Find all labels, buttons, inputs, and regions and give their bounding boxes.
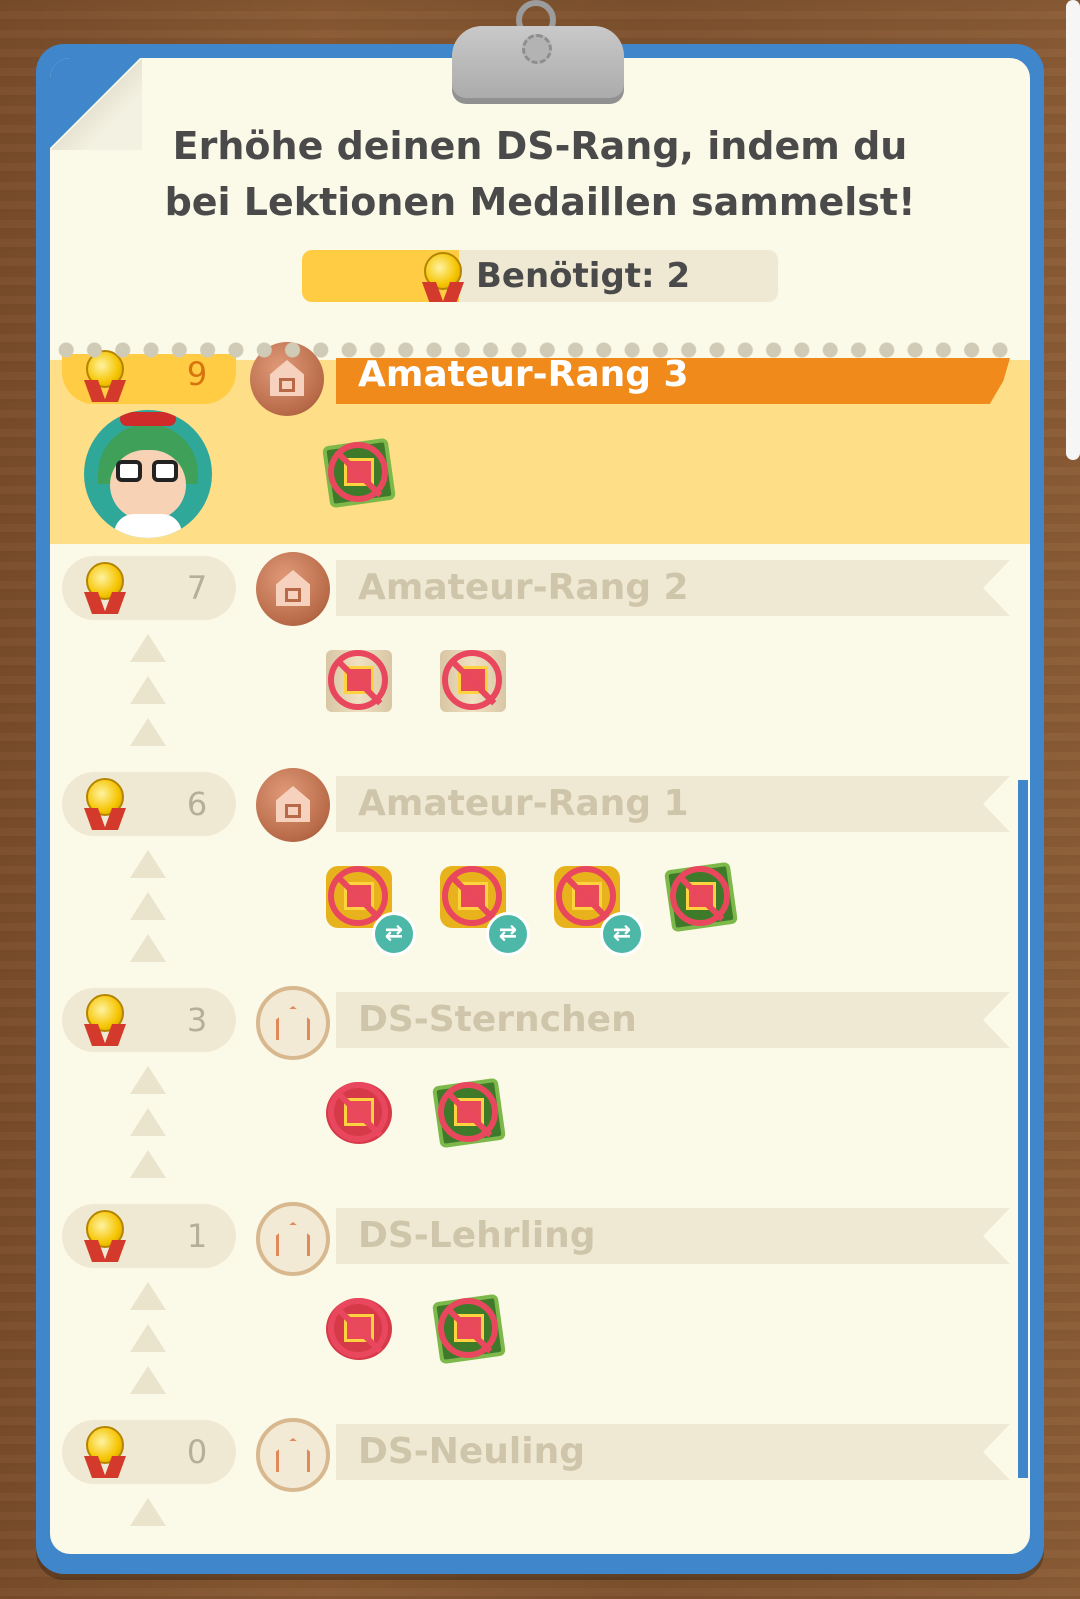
rank-medal-count: 7 xyxy=(62,556,236,620)
medal-icon xyxy=(82,1426,128,1482)
rank-medals: 1 xyxy=(186,1217,208,1255)
scroll-gift-icon[interactable] xyxy=(318,640,400,722)
rank-medal-count: 0 xyxy=(62,1420,236,1484)
furniture-gift-icon[interactable]: ⇄ xyxy=(432,856,530,956)
rank-banner[interactable]: Amateur-Rang 1 xyxy=(336,776,1010,832)
paper-house-icon xyxy=(256,1418,330,1492)
current-rank-banner[interactable]: Amateur-Rang 3 xyxy=(336,358,1010,404)
rank-arrows xyxy=(130,1498,166,1540)
rank-list[interactable]: 9 Amateur-Rang 3 7 Amateur-Rang 2 6 Amat… xyxy=(0,0,1080,1599)
rank-title: DS-Lehrling xyxy=(358,1215,596,1256)
swap-icon: ⇄ xyxy=(486,912,530,956)
rank-medal-count: 1 xyxy=(62,1204,236,1268)
rank-medal-count: 6 xyxy=(62,772,236,836)
rank-medals: 0 xyxy=(186,1433,208,1471)
medal-icon xyxy=(82,1210,128,1266)
rank-arrows xyxy=(130,634,166,760)
bill-gift-icon[interactable] xyxy=(660,856,742,938)
red-gift-icon[interactable] xyxy=(318,1288,400,1370)
rank-banner[interactable]: Amateur-Rang 2 xyxy=(336,560,1010,616)
rank-medals: 7 xyxy=(186,569,208,607)
rank-title: DS-Neuling xyxy=(358,1431,586,1472)
scrollbar[interactable] xyxy=(1018,780,1028,1478)
rank-banner[interactable]: DS-Lehrling xyxy=(336,1208,1010,1264)
rank-banner[interactable]: DS-Neuling xyxy=(336,1424,1010,1480)
bronze-house-icon xyxy=(256,552,330,626)
furniture-gift-icon[interactable]: ⇄ xyxy=(318,856,416,956)
medal-icon xyxy=(82,562,128,618)
medal-icon xyxy=(82,994,128,1050)
player-avatar xyxy=(84,410,212,538)
rank-title: Amateur-Rang 2 xyxy=(358,567,689,608)
swap-icon: ⇄ xyxy=(372,912,416,956)
current-rank-medals: 9 xyxy=(186,355,208,393)
rank-title: DS-Sternchen xyxy=(358,999,637,1040)
bronze-house-icon xyxy=(256,768,330,842)
bill-gift-icon[interactable] xyxy=(318,432,400,514)
dotted-divider xyxy=(52,340,1012,360)
swap-icon: ⇄ xyxy=(600,912,644,956)
furniture-gift-icon[interactable]: ⇄ xyxy=(546,856,644,956)
current-rank-title: Amateur-Rang 3 xyxy=(358,354,689,395)
rank-medals: 3 xyxy=(186,1001,208,1039)
bill-gift-icon[interactable] xyxy=(428,1072,510,1154)
rank-arrows xyxy=(130,1282,166,1408)
paper-house-icon xyxy=(256,1202,330,1276)
rank-medals: 6 xyxy=(186,785,208,823)
rank-arrows xyxy=(130,1066,166,1192)
bill-gift-icon[interactable] xyxy=(428,1288,510,1370)
edge-scroll-indicator xyxy=(1066,0,1080,460)
rank-arrows xyxy=(130,850,166,976)
rank-medal-count: 3 xyxy=(62,988,236,1052)
scroll-gift-icon[interactable] xyxy=(432,640,514,722)
rank-banner[interactable]: DS-Sternchen xyxy=(336,992,1010,1048)
current-rank-medal-count: 9 xyxy=(62,350,236,404)
rank-title: Amateur-Rang 1 xyxy=(358,783,689,824)
paper-house-icon xyxy=(256,986,330,1060)
medal-icon xyxy=(82,778,128,834)
red-gift-icon[interactable] xyxy=(318,1072,400,1154)
